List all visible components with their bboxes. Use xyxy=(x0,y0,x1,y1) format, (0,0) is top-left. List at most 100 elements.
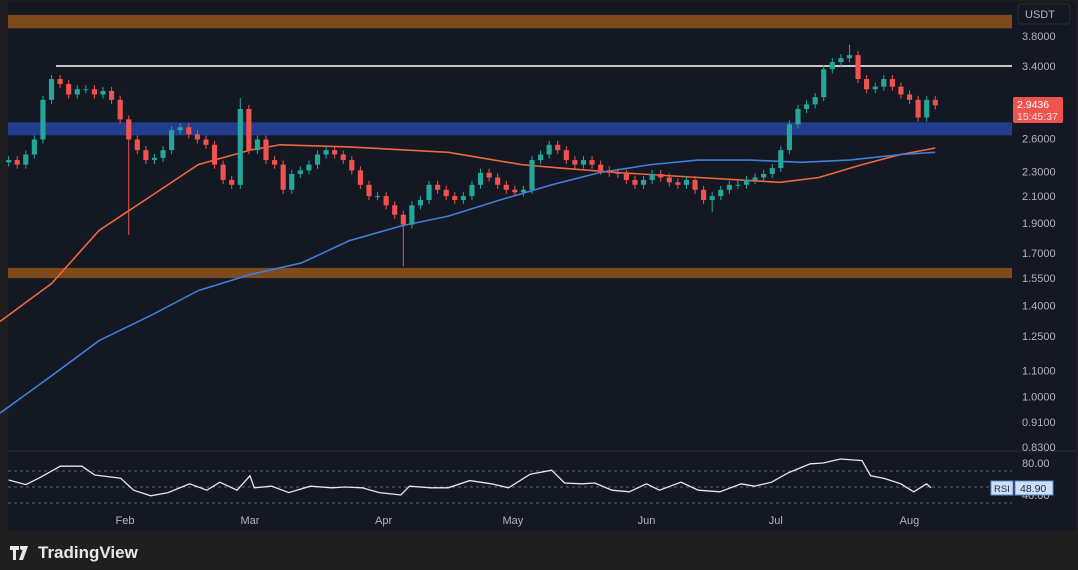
candle-body xyxy=(666,177,672,183)
candle-body xyxy=(692,179,698,190)
candle-body xyxy=(203,139,209,145)
candle-body xyxy=(469,184,475,197)
candle-body xyxy=(735,184,741,186)
candle-body xyxy=(409,205,415,225)
candle-body xyxy=(615,172,621,174)
candle-body xyxy=(452,196,458,201)
candle-body xyxy=(812,97,818,105)
candle-body xyxy=(134,139,140,151)
candle-body xyxy=(426,184,432,201)
price-tick-label: 0.9100 xyxy=(1022,417,1056,429)
candle-body xyxy=(297,170,303,174)
candle-body xyxy=(649,173,655,180)
candle-body xyxy=(194,134,200,140)
candle-body xyxy=(932,99,938,106)
candle-body xyxy=(743,179,750,185)
candle-body xyxy=(306,164,312,171)
currency-button[interactable]: USDT xyxy=(1017,3,1071,25)
candle-body xyxy=(14,160,20,165)
candle-body xyxy=(366,184,372,197)
candle-body xyxy=(623,173,629,180)
candle-body xyxy=(374,196,381,198)
price-chart[interactable]: 80.0040.00 3.80003.40002.60002.30002.100… xyxy=(0,0,1078,530)
candle-body xyxy=(846,55,853,59)
price-tick-label: 3.8000 xyxy=(1022,31,1056,43)
candle xyxy=(237,98,243,189)
candle-body xyxy=(186,127,192,135)
candle-body xyxy=(263,139,269,161)
candle-body xyxy=(48,79,55,100)
time-tick-label-may: May xyxy=(502,515,523,527)
candle-body xyxy=(31,139,37,155)
candle-body xyxy=(254,139,261,151)
candle-body xyxy=(109,90,115,100)
price-tick-label: 2.6000 xyxy=(1022,133,1056,145)
tradingview-logo-icon xyxy=(10,546,28,560)
candle-body xyxy=(675,182,681,185)
candle-body xyxy=(477,172,484,185)
price-tick-label: 1.2500 xyxy=(1022,331,1056,343)
candle-body xyxy=(606,170,612,173)
support-zone-bottom xyxy=(8,267,1012,279)
candle-body xyxy=(169,130,175,151)
candle-body xyxy=(546,144,552,155)
candle-body xyxy=(924,99,930,118)
candle-body xyxy=(889,79,895,87)
main-pane[interactable] xyxy=(8,2,1012,450)
candle-body xyxy=(280,164,286,190)
candle-body xyxy=(83,89,89,91)
candle-body xyxy=(57,79,63,85)
price-tick-label: 2.1000 xyxy=(1022,191,1056,203)
candle-body xyxy=(23,154,29,165)
candle-body xyxy=(855,55,861,80)
candle-body xyxy=(314,154,321,165)
price-tick-label: 3.4000 xyxy=(1022,61,1056,73)
price-tick-label: 0.8300 xyxy=(1022,442,1056,454)
last-price: 2.9436 xyxy=(1017,99,1049,111)
time-tick-label-jul: Jul xyxy=(769,515,783,527)
price-tick-label: 1.4000 xyxy=(1022,301,1056,313)
time-tick-label-feb: Feb xyxy=(116,515,135,527)
candle-body xyxy=(726,184,732,190)
candle-body xyxy=(718,189,724,197)
candle xyxy=(786,120,792,155)
tradingview-logo[interactable]: TradingView xyxy=(10,543,138,563)
currency-label: USDT xyxy=(1025,9,1055,21)
candle-body xyxy=(632,179,638,185)
candle-body xyxy=(752,177,758,180)
candle-body xyxy=(143,150,149,161)
candle-body xyxy=(640,179,647,185)
candle-body xyxy=(443,189,449,197)
candle-body xyxy=(357,170,363,185)
candle-body xyxy=(555,144,561,151)
candle-body xyxy=(503,184,509,190)
candle-body xyxy=(220,164,226,180)
candle-body xyxy=(160,150,166,158)
price-tick-label: 1.5500 xyxy=(1022,273,1056,285)
candle-body xyxy=(769,168,775,174)
candle-body xyxy=(417,200,424,206)
candle-body xyxy=(91,89,97,95)
candle-body xyxy=(864,79,870,90)
candle xyxy=(529,156,535,194)
price-tick-label: 1.1000 xyxy=(1022,366,1056,378)
price-tick-label: 1.7000 xyxy=(1022,248,1056,260)
support-zone-blue xyxy=(8,122,1012,136)
candle xyxy=(246,104,252,155)
rsi-badge: RSI 48.90 xyxy=(990,480,1054,496)
candle-body xyxy=(289,173,295,190)
candle-body xyxy=(881,79,887,87)
candle-body xyxy=(512,189,518,193)
candle xyxy=(280,160,286,194)
candle-body xyxy=(906,94,913,100)
candle-body xyxy=(435,184,441,190)
candle-body xyxy=(683,179,690,185)
candle xyxy=(409,201,415,229)
candle-body xyxy=(117,99,123,120)
candle-body xyxy=(803,104,810,109)
price-tick-label: 2.3000 xyxy=(1022,167,1056,179)
candle-body xyxy=(572,160,578,165)
candle xyxy=(48,75,55,104)
candle-body xyxy=(701,189,707,201)
brand-name: TradingView xyxy=(38,543,138,562)
